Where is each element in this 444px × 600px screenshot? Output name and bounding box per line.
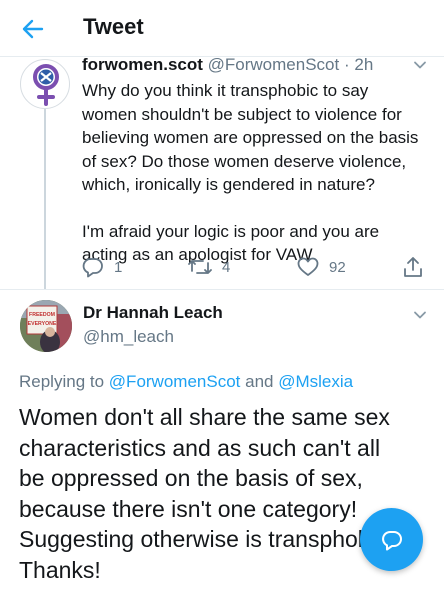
mention-link[interactable]: @Mslexia [278,372,353,391]
tweet-line: be oppressed on the basis of sex, [19,465,363,491]
thread-connector-line [44,109,46,289]
back-button[interactable] [18,14,48,44]
parent-tweet[interactable]: forwomen.scot @ForwomenScot · 2h Why do … [0,57,444,289]
replying-to-line: Replying to @ForwomenScot and @Mslexia [19,372,353,392]
avatar[interactable]: FREEDOM EVERYONE [20,300,72,352]
tweet-text: Why do you think it transphobic to say w… [82,79,422,267]
chevron-down-icon[interactable] [412,57,428,73]
tweet-actions: 1 4 92 [82,256,432,280]
like-count: 92 [329,258,346,276]
reply-count: 1 [114,258,123,276]
compose-reply-button[interactable] [360,508,423,571]
like-button[interactable]: 92 [297,256,346,278]
protest-sign-photo-avatar: FREEDOM EVERYONE [20,300,72,352]
reply-icon [82,258,103,278]
like-icon [297,257,319,276]
sign-text-line: EVERYONE [28,321,57,327]
reply-button[interactable]: 1 [82,256,122,278]
author-handle[interactable]: @hm_leach [83,327,174,347]
retweet-button[interactable]: 4 [188,256,230,278]
retweet-count: 4 [222,258,231,276]
replying-to-and: and [245,372,274,391]
tweet-paragraph: Why do you think it transphobic to say w… [82,81,419,194]
retweet-icon [188,260,212,274]
divider [0,289,444,290]
tweet-line: Women don't all share the same sex [19,404,390,430]
replying-to-prefix: Replying to [19,372,105,391]
separator: · [343,57,350,74]
back-arrow-icon [22,19,44,39]
timestamp[interactable]: 2h [354,57,373,74]
compose-reply-icon [381,530,402,550]
sign-text-line: FREEDOM [29,312,55,318]
share-button[interactable] [402,256,424,278]
author-name[interactable]: forwomen.scot [82,57,203,74]
chevron-down-icon[interactable] [412,307,428,323]
venus-symbol-avatar-icon [33,64,59,106]
top-bar: Tweet [0,0,444,57]
author-name[interactable]: Dr Hannah Leach [83,303,223,323]
parent-tweet-header: forwomen.scot @ForwomenScot · 2h [82,57,373,75]
tweet-line: characteristics and as such can't all [19,434,381,461]
share-icon [404,257,422,277]
author-handle[interactable]: @ForwomenScot [208,57,340,74]
page-title: Tweet [83,14,144,39]
mention-link[interactable]: @ForwomenScot [109,372,241,391]
avatar[interactable] [20,59,70,109]
